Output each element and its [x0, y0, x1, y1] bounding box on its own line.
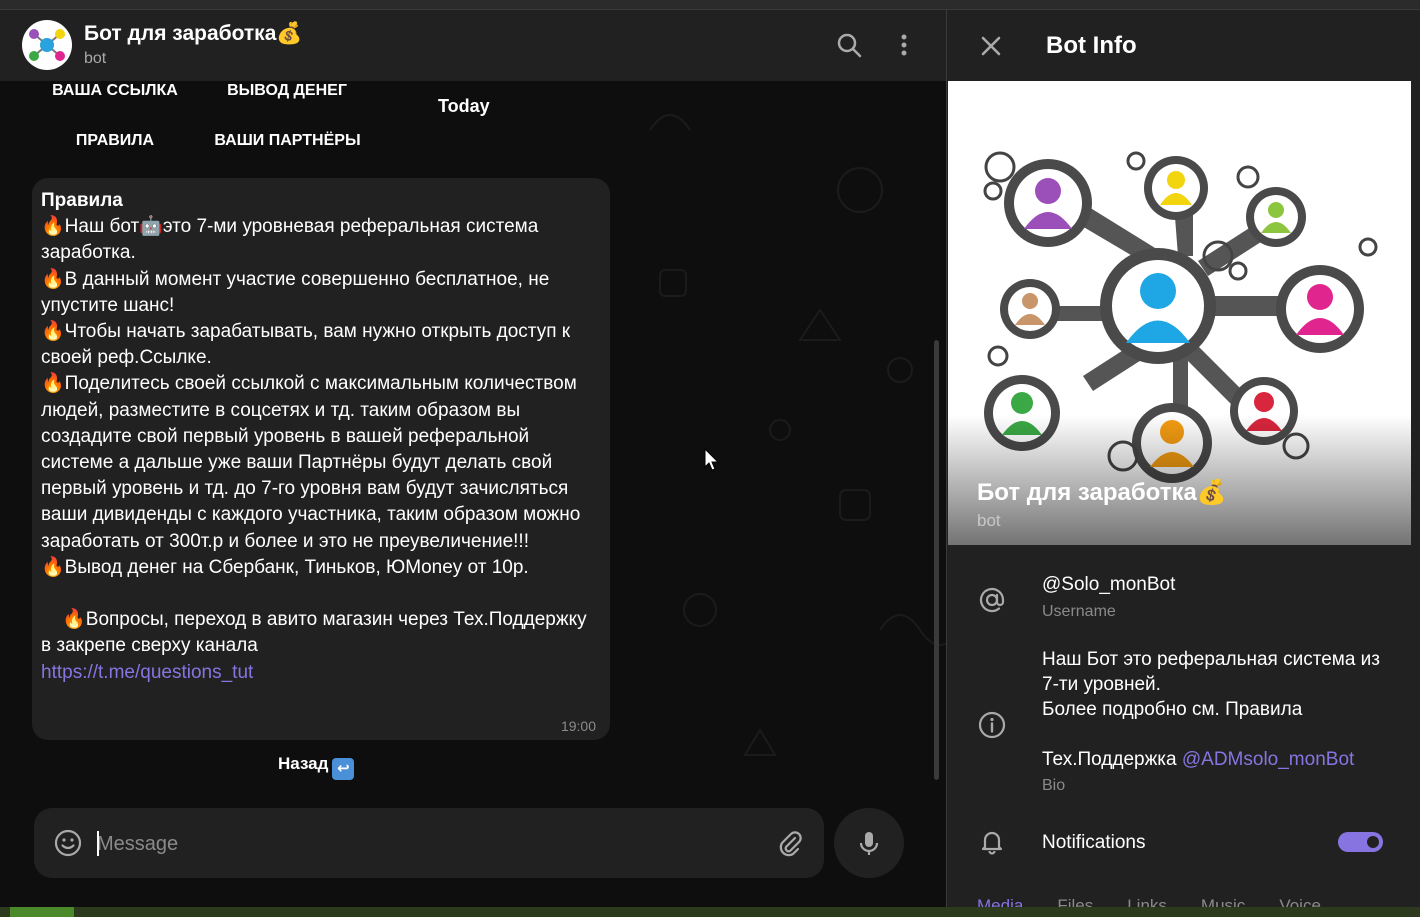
tab-links[interactable]: Links — [1127, 896, 1167, 907]
bot-name: Бот для заработка💰 — [977, 479, 1227, 506]
notifications-toggle[interactable] — [1338, 832, 1383, 852]
telegram-window: Бот для заработка💰 bot ВАША ССЫЛКА ВЫВОД… — [0, 0, 1420, 917]
search-icon[interactable] — [834, 30, 864, 60]
money-bag-icon: 💰 — [276, 22, 303, 45]
message-input[interactable] — [97, 830, 717, 858]
keyboard-button-your-link[interactable]: ВАША ССЫЛКА — [40, 72, 190, 110]
keyboard-button-partners[interactable]: ВАШИ ПАРТНЁРЫ — [205, 122, 370, 160]
chat-pane: Бот для заработка💰 bot ВАША ССЫЛКА ВЫВОД… — [0, 10, 946, 907]
message-link[interactable]: https://t.me/questions_tut — [41, 662, 253, 683]
os-taskbar — [0, 907, 1420, 917]
message-bubble[interactable]: Правила 🔥Наш бот🤖это 7-ми уровневая рефе… — [32, 178, 610, 740]
microphone-icon — [859, 832, 879, 855]
keyboard-button-withdraw[interactable]: ВЫВОД ДЕНЕГ — [212, 72, 362, 110]
chat-title[interactable]: Бот для заработка💰 — [84, 22, 303, 46]
bell-icon — [981, 831, 1003, 855]
text-caret — [97, 831, 99, 856]
message-time: 19:00 — [560, 718, 596, 734]
keyboard-button-rules[interactable]: ПРАВИЛА — [40, 122, 190, 160]
attach-icon[interactable] — [774, 828, 804, 858]
taskbar-start-button[interactable] — [10, 907, 74, 917]
username-label: Username — [1042, 603, 1116, 620]
bot-type: bot — [977, 511, 1001, 530]
toggle-knob — [1364, 833, 1382, 851]
tab-files[interactable]: Files — [1057, 896, 1093, 907]
tab-media[interactable]: Media — [977, 896, 1023, 907]
bio-label: Bio — [1042, 777, 1066, 794]
bot-avatar[interactable] — [22, 20, 72, 70]
money-bag-icon: 💰 — [1196, 479, 1227, 506]
info-title: Bot Info — [1046, 32, 1137, 59]
username-value[interactable]: @Solo_monBot — [1042, 572, 1387, 597]
bio-text[interactable]: Наш Бот это реферальная система из 7-ти … — [1042, 647, 1387, 772]
network-avatar-icon — [29, 29, 65, 61]
bot-profile-photo[interactable] — [948, 81, 1411, 545]
message-text: Правила 🔥Наш бот🤖это 7-ми уровневая рефе… — [41, 188, 601, 686]
back-arrow-icon: ↩ — [332, 758, 355, 780]
message-composer — [34, 808, 824, 878]
date-chip: Today — [438, 96, 490, 116]
more-options-icon[interactable] — [889, 30, 919, 60]
chat-scrollbar[interactable] — [934, 340, 939, 780]
message-body: 🔥Наш бот🤖это 7-ми уровневая реферальная … — [41, 216, 587, 657]
message-heading: Правила — [41, 190, 123, 211]
shared-media-tabs: Media Files Links Music Voice — [977, 896, 1355, 907]
chat-subtitle: bot — [84, 50, 107, 67]
mouse-cursor-icon — [704, 448, 720, 471]
bot-info-pane: Bot Info Бот для заработка💰 bot @Solo_mo… — [946, 10, 1420, 907]
support-link[interactable]: @ADMsolo_monBot — [1182, 749, 1354, 770]
voice-record-button[interactable] — [834, 808, 904, 878]
at-sign-icon — [979, 587, 1005, 613]
emoji-icon[interactable] — [53, 828, 83, 858]
info-header: Bot Info — [947, 10, 1420, 81]
window-top-bar — [0, 0, 1420, 10]
keyboard-button-back[interactable]: Назад ↩ — [278, 754, 355, 780]
notifications-label: Notifications — [1042, 832, 1146, 853]
tab-voice[interactable]: Voice — [1279, 896, 1321, 907]
tab-music[interactable]: Music — [1201, 896, 1245, 907]
close-icon[interactable] — [977, 32, 1005, 60]
chat-header[interactable]: Бот для заработка💰 bot — [0, 10, 946, 81]
info-icon — [978, 711, 1006, 739]
